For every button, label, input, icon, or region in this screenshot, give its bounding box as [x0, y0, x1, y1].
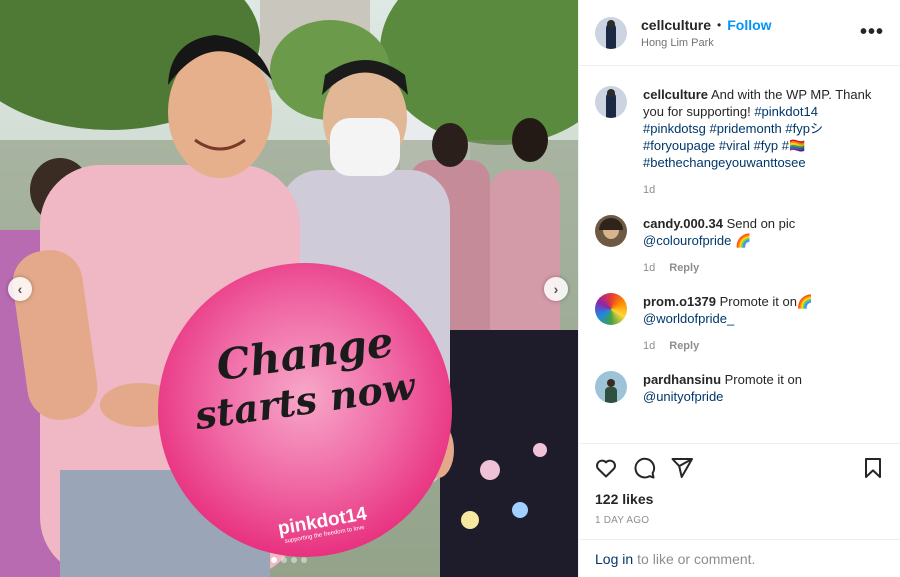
- chevron-right-icon: ›: [553, 281, 559, 297]
- comment-body: prom.o1379 Promote it on🌈 @worldofpride_…: [643, 293, 884, 355]
- carousel-dot: [271, 557, 277, 563]
- reply-button[interactable]: Reply: [669, 338, 699, 355]
- comment-meta: 1d Reply: [643, 338, 884, 355]
- carousel-indicator: [0, 557, 578, 563]
- comment-body: pardhansinu Promote it on @unityofpride: [643, 371, 884, 405]
- caption-time[interactable]: 1d: [643, 182, 655, 199]
- comment-mention[interactable]: @worldofpride_: [643, 311, 734, 326]
- post-actions: [579, 443, 900, 491]
- login-link[interactable]: Log in: [595, 551, 633, 567]
- likes-count[interactable]: 122 likes: [579, 491, 900, 511]
- comment-time[interactable]: 1d: [643, 338, 655, 355]
- carousel-dot: [291, 557, 297, 563]
- follow-button[interactable]: Follow: [727, 17, 771, 33]
- previous-media-button[interactable]: ‹: [8, 277, 32, 301]
- comment-username[interactable]: pardhansinu: [643, 372, 721, 387]
- comment-time[interactable]: 1d: [643, 260, 655, 277]
- comment-item: candy.000.34 Send on pic @colourofpride …: [595, 215, 884, 277]
- post-header: cellculture • Follow Hong Lim Park •••: [579, 0, 900, 66]
- header-separator: •: [717, 17, 722, 32]
- post-details-panel: cellculture • Follow Hong Lim Park ••• c…: [578, 0, 900, 577]
- share-icon[interactable]: [667, 453, 697, 483]
- comment-username[interactable]: candy.000.34: [643, 216, 723, 231]
- header-username[interactable]: cellculture: [641, 17, 711, 33]
- instagram-post-view: Change starts now pinkdot14 supporting t…: [0, 0, 900, 577]
- avatar-figure-head: [607, 19, 615, 28]
- caption-username[interactable]: cellculture: [643, 87, 708, 102]
- avatar[interactable]: [595, 293, 627, 325]
- comment-text: Send on pic: [726, 216, 796, 231]
- bookmark-icon[interactable]: [858, 453, 888, 483]
- heart-icon[interactable]: [591, 453, 621, 483]
- caption-meta: 1d: [643, 182, 884, 199]
- post-media[interactable]: Change starts now pinkdot14 supporting t…: [0, 0, 578, 577]
- comment-icon[interactable]: [629, 453, 659, 483]
- avatar[interactable]: [595, 16, 627, 49]
- login-prompt: Log in to like or comment.: [579, 539, 900, 577]
- comment-body: candy.000.34 Send on pic @colourofpride …: [643, 215, 884, 277]
- comment-text: Promote it on: [724, 372, 802, 387]
- carousel-dot: [301, 557, 307, 563]
- caption-body: cellculture And with the WP MP. Thank yo…: [643, 86, 884, 199]
- chevron-left-icon: ‹: [17, 281, 23, 297]
- comment-item: prom.o1379 Promote it on🌈 @worldofpride_…: [595, 293, 884, 355]
- header-user-row: cellculture • Follow: [641, 17, 860, 33]
- login-text: to like or comment.: [637, 550, 756, 567]
- caption: cellculture And with the WP MP. Thank yo…: [595, 86, 884, 199]
- comment-item: pardhansinu Promote it on @unityofpride: [595, 371, 884, 405]
- post-photo: [0, 0, 578, 577]
- header-text: cellculture • Follow Hong Lim Park: [641, 17, 860, 49]
- comment-text: Promote it on🌈: [719, 294, 814, 309]
- sign-text-overlay: Change starts now: [158, 317, 452, 438]
- post-date[interactable]: 1 DAY AGO: [579, 511, 900, 539]
- comment-mention[interactable]: @unityofpride: [643, 389, 723, 404]
- carousel-dot: [281, 557, 287, 563]
- avatar[interactable]: [595, 86, 627, 118]
- comment-mention[interactable]: @colourofpride 🌈: [643, 233, 751, 248]
- avatar[interactable]: [595, 371, 627, 403]
- location-link[interactable]: Hong Lim Park: [641, 37, 860, 49]
- more-icon[interactable]: •••: [860, 21, 884, 44]
- next-media-button[interactable]: ›: [544, 277, 568, 301]
- comment-meta: 1d Reply: [643, 260, 884, 277]
- comment-username[interactable]: prom.o1379: [643, 294, 716, 309]
- comments-list[interactable]: cellculture And with the WP MP. Thank yo…: [579, 66, 900, 443]
- avatar[interactable]: [595, 215, 627, 247]
- reply-button[interactable]: Reply: [669, 260, 699, 277]
